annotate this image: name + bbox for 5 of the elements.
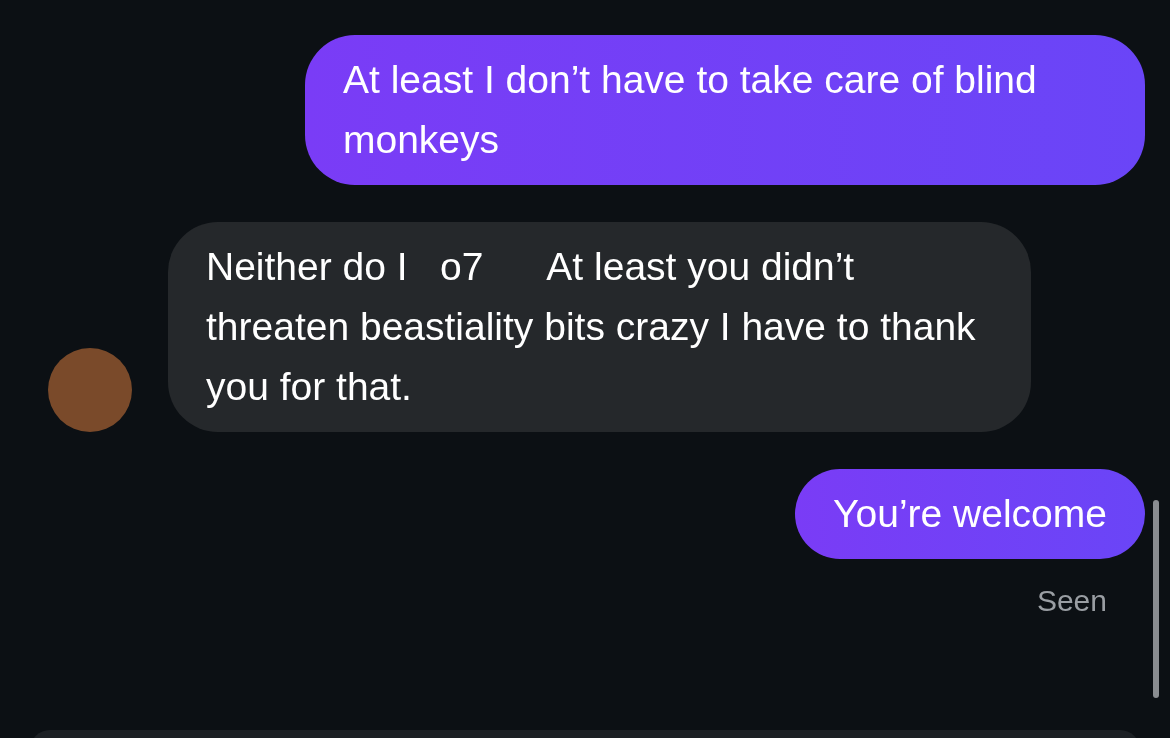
sent-message-bubble: At least I don’t have to take care of blind monkeys	[305, 35, 1145, 185]
received-message-bubble: Neither do I o7 At least you didn’t threaten beastiality bits crazy I have to thank you for that.	[168, 222, 1031, 432]
scrollbar[interactable]	[1153, 500, 1159, 698]
sent-message-bubble: You’re welcome	[795, 469, 1145, 559]
seen-status: Seen	[1036, 584, 1107, 618]
